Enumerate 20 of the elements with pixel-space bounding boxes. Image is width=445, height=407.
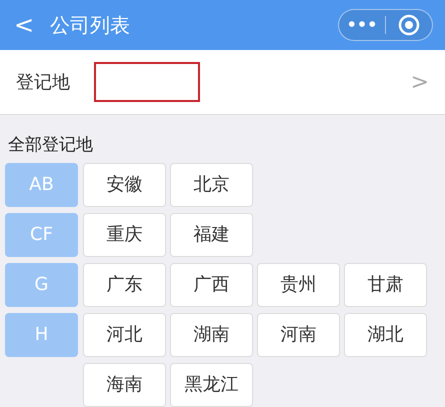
filter-label: 登记地 <box>16 70 71 94</box>
target-icon[interactable] <box>398 14 420 36</box>
section-title: 全部登记地 <box>7 134 94 157</box>
city-button[interactable]: 海南 <box>83 362 166 406</box>
city-button[interactable]: 河北 <box>83 312 166 356</box>
city-button[interactable]: 安徽 <box>83 162 166 206</box>
city-button[interactable]: 广东 <box>83 262 166 306</box>
city-button[interactable]: 河南 <box>257 312 340 356</box>
city-button[interactable]: 贵州 <box>257 262 340 306</box>
city-button[interactable]: 重庆 <box>83 212 166 256</box>
city-button[interactable]: 黑龙江 <box>170 362 253 406</box>
city-button[interactable]: 甘肃 <box>344 262 427 306</box>
city-button[interactable]: 福建 <box>170 212 253 256</box>
more-button[interactable]: ••• <box>339 17 385 33</box>
city-button[interactable]: 广西 <box>170 262 253 306</box>
city-button[interactable]: 湖北 <box>344 312 427 356</box>
city-button[interactable]: 湖南 <box>170 312 253 356</box>
page-title: 公司列表 <box>50 12 130 39</box>
city-button[interactable]: 北京 <box>170 162 253 206</box>
location-field[interactable] <box>94 62 200 102</box>
